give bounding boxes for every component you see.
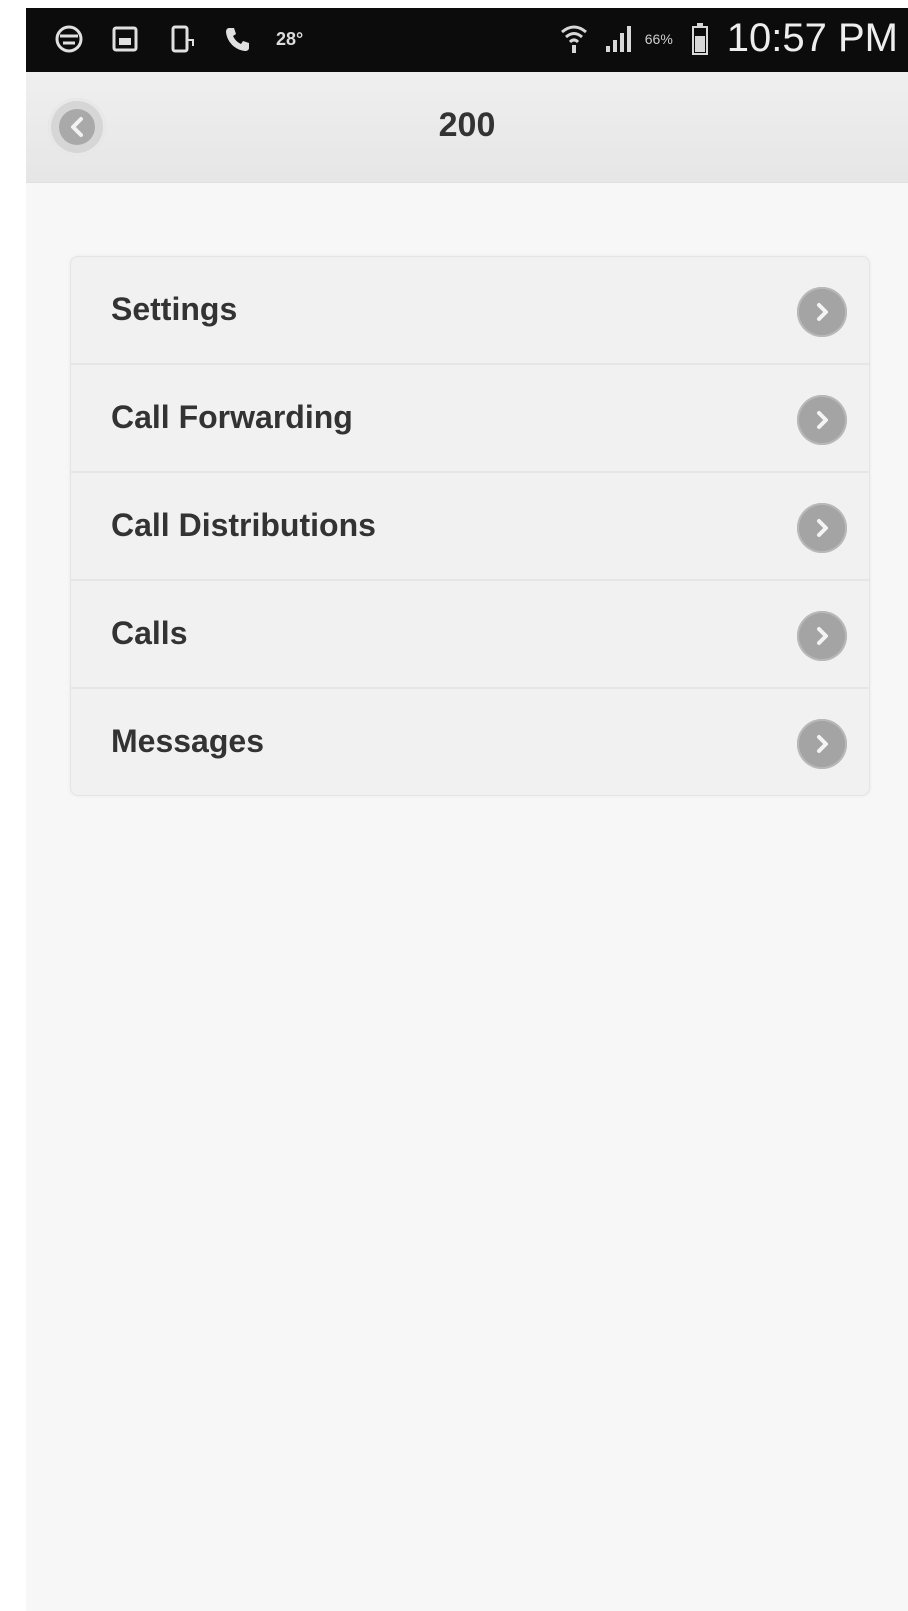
menu-item-call-forwarding[interactable]: Call Forwarding bbox=[71, 365, 869, 473]
page-title: 200 bbox=[438, 106, 496, 144]
screenshot-icon bbox=[164, 22, 198, 56]
gallery-icon bbox=[108, 22, 142, 56]
menu-item-messages[interactable]: Messages bbox=[71, 689, 869, 795]
signal-icon bbox=[601, 22, 635, 56]
menu-item-calls[interactable]: Calls bbox=[71, 581, 869, 689]
wifi-icon bbox=[557, 22, 591, 56]
browser-icon bbox=[52, 22, 86, 56]
weather-temperature: 28° bbox=[276, 28, 304, 49]
chevron-right-icon bbox=[797, 719, 847, 769]
phone-icon bbox=[220, 22, 254, 56]
chevron-right-icon bbox=[797, 287, 847, 337]
menu-item-call-distributions[interactable]: Call Distributions bbox=[71, 473, 869, 581]
clock: 10:57 PM bbox=[726, 16, 898, 60]
chevron-right-icon bbox=[797, 395, 847, 445]
menu-list: Settings Call Forwarding Call Distributi… bbox=[70, 256, 870, 796]
menu-item-label: Call Forwarding bbox=[111, 399, 353, 435]
menu-item-label: Messages bbox=[111, 723, 264, 759]
menu-item-label: Calls bbox=[111, 615, 188, 651]
battery-icon bbox=[683, 22, 717, 56]
menu-item-label: Settings bbox=[111, 291, 238, 327]
system-status: 66% 10:57 PM bbox=[557, 16, 898, 61]
chevron-right-icon bbox=[797, 503, 847, 553]
page-header: 200 bbox=[26, 72, 908, 183]
battery-percent: 66% bbox=[644, 30, 673, 47]
menu-item-settings[interactable]: Settings bbox=[71, 257, 869, 365]
chevron-right-icon bbox=[797, 611, 847, 661]
phone-screen: 28° 66% 10:57 PM 200 Settings Call Forwa… bbox=[26, 8, 908, 1611]
status-bar: 28° 66% 10:57 PM bbox=[26, 8, 908, 72]
notification-icons: 28° bbox=[52, 22, 303, 56]
menu-item-label: Call Distributions bbox=[111, 507, 376, 543]
